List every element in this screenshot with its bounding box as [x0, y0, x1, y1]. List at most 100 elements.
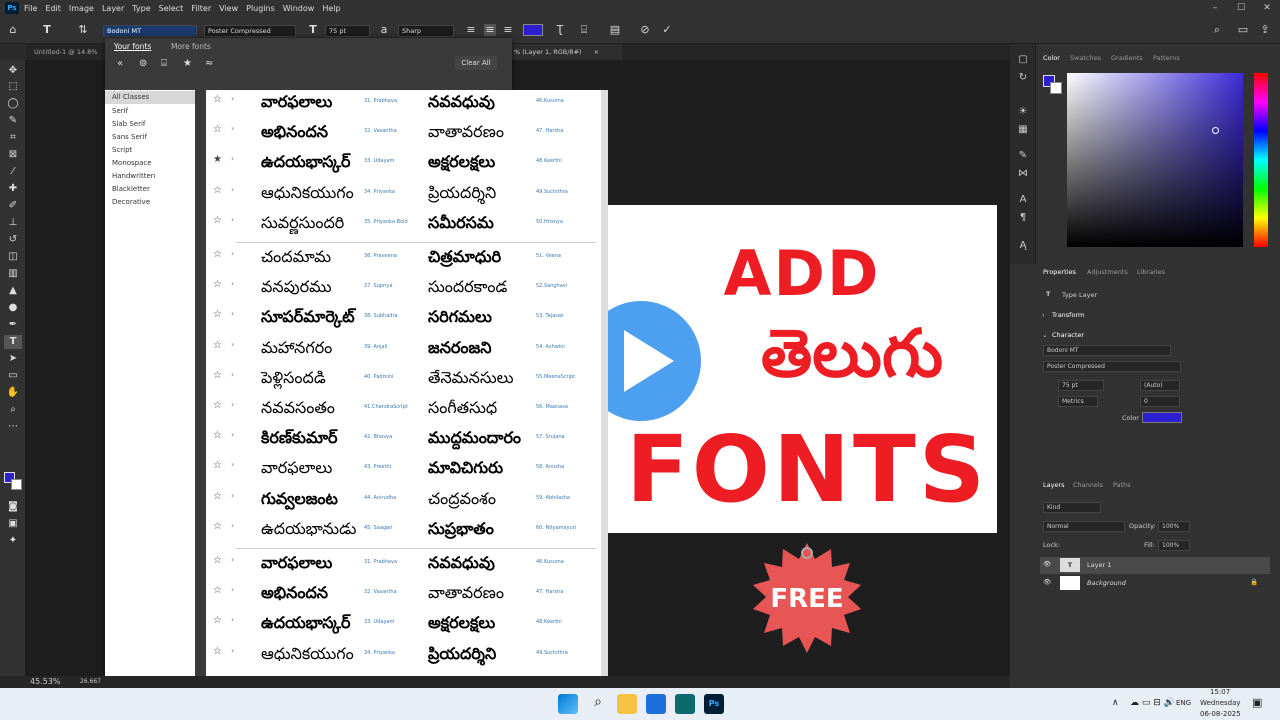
class-script[interactable]: Script	[105, 144, 195, 157]
brushes-icon[interactable]: ✎	[1016, 150, 1030, 161]
menu-help[interactable]: Help	[322, 4, 340, 13]
move-tool-icon[interactable]: ✥	[4, 64, 22, 78]
close-icon[interactable]: ✕	[1254, 0, 1280, 16]
font-row[interactable]: ☆ › ఉదయభానుడు 45. Saagari సుప్రభాతం 60. Nitya…	[206, 517, 602, 547]
font-row[interactable]: ☆ › ఆధునికయుగం 34. Priyanka ప్రియదర్శిని 49.S…	[206, 642, 602, 672]
char-font-select[interactable]: Bodoni MT	[1043, 345, 1171, 356]
char-style-select[interactable]: Poster Compressed	[1043, 361, 1181, 372]
stamp-tool-icon[interactable]: ⊥	[4, 216, 22, 230]
favorite-star-icon[interactable]: ☆	[213, 279, 222, 290]
frame-tool-icon[interactable]: ⊠	[4, 148, 22, 162]
visibility-eye-icon[interactable]: 👁	[1043, 560, 1051, 568]
healing-tool-icon[interactable]: ✚	[4, 182, 22, 196]
font-list-scrollbar[interactable]	[601, 90, 608, 688]
eraser-tool-icon[interactable]: ◫	[4, 250, 22, 264]
blur-tool-icon[interactable]: ▲	[4, 284, 22, 298]
language-indicator[interactable]: ENG	[1176, 699, 1191, 707]
color-picker-cursor[interactable]	[1212, 127, 1219, 134]
font-row[interactable]: ☆ › కిరణ్‌కుమార్ 42. Bhavya ముద్దమందారం 57. S…	[206, 426, 602, 456]
favorite-star-icon[interactable]: ☆	[213, 555, 222, 566]
favorite-star-icon[interactable]: ☆	[213, 491, 222, 502]
home-icon[interactable]: ⌂	[6, 24, 20, 36]
expand-chevron-icon[interactable]: ›	[231, 124, 234, 133]
favorite-star-icon[interactable]: ☆	[213, 521, 222, 532]
file-explorer-icon[interactable]	[617, 694, 637, 714]
color-picker-field[interactable]	[1067, 73, 1243, 247]
screen-mode-icon[interactable]: ▣	[4, 517, 22, 531]
creative-cloud-icon[interactable]: ⊚	[139, 58, 147, 69]
expand-chevron-icon[interactable]: ›	[231, 646, 234, 655]
expand-chevron-icon[interactable]: ›	[231, 154, 234, 163]
character-panel-icon[interactable]: ⌸	[577, 24, 591, 36]
menu-filter[interactable]: Filter	[191, 4, 211, 13]
collapse-icon[interactable]: «	[117, 58, 123, 69]
app-icon[interactable]	[675, 694, 695, 714]
favorite-star-icon[interactable]: ☆	[213, 615, 222, 626]
expand-chevron-icon[interactable]: ›	[231, 94, 234, 103]
shape-tool-icon[interactable]: ▭	[4, 369, 22, 383]
visibility-eye-icon[interactable]: 👁	[1043, 578, 1051, 586]
document-tab-close-icon[interactable]: ×	[594, 48, 599, 56]
menu-plugins[interactable]: Plugins	[246, 4, 275, 13]
expand-chevron-icon[interactable]: ›	[231, 460, 234, 469]
search-icon[interactable]: ⌕	[1210, 24, 1224, 36]
expand-chevron-icon[interactable]: ›	[231, 185, 234, 194]
favorite-star-icon[interactable]: ☆	[213, 340, 222, 351]
font-row[interactable]: ☆ › ఉదయభాస్కర్ 33. Udayam అక్షరలక్షలు 48.Keer…	[206, 611, 602, 641]
opacity-field[interactable]: 100%	[1158, 521, 1190, 532]
adjustments-icon[interactable]: ☀	[1016, 106, 1030, 117]
browser-icon[interactable]	[646, 694, 666, 714]
blend-mode-select[interactable]: Normal	[1043, 521, 1125, 532]
character-section[interactable]: Character	[1052, 331, 1084, 339]
tab-color[interactable]: Color	[1043, 54, 1060, 62]
font-row[interactable]: ☆ › వనపురము 37. Supriya సుందరకాండ 52.Sanghavi	[206, 275, 602, 305]
class-blackletter[interactable]: Blackletter	[105, 183, 195, 196]
zoom-tool-icon[interactable]: ⌕	[4, 403, 22, 417]
crop-tool-icon[interactable]: ⌗	[4, 131, 22, 145]
history-brush-icon[interactable]: ↺	[4, 233, 22, 247]
start-icon[interactable]	[558, 694, 578, 714]
comment-icon[interactable]: ▢	[1016, 54, 1030, 65]
expand-chevron-icon[interactable]: ›	[231, 555, 234, 564]
tab-more-fonts[interactable]: More fonts	[171, 42, 211, 51]
type-tool-icon-active[interactable]: T	[4, 335, 22, 349]
character-icon[interactable]: A	[1016, 194, 1030, 205]
font-row[interactable]: ☆ › ఆధునికయుగం 34. Priyanka ప్రియదర్శిని 49.S…	[206, 181, 602, 211]
favorite-star-icon[interactable]: ☆	[213, 185, 222, 196]
font-row[interactable]: ☆ › గువ్వలజంట 44. Anirudha చంద్రవంశం 59. Abhi…	[206, 487, 602, 517]
favorite-star-icon[interactable]: ☆	[213, 646, 222, 657]
transform-chevron-icon[interactable]: ›	[1042, 311, 1045, 319]
layer-row-background[interactable]: 👁 Background 🔒	[1040, 575, 1270, 592]
class-all[interactable]: All Classes	[105, 91, 195, 104]
tab-channels[interactable]: Channels	[1073, 481, 1103, 489]
tab-paths[interactable]: Paths	[1113, 481, 1131, 489]
font-row[interactable]: ☆ › అభినందన 32. Vasantha వాతావరణం 47. Harsha	[206, 120, 602, 150]
maximize-icon[interactable]: ☐	[1228, 0, 1254, 16]
tab-layers[interactable]: Layers	[1043, 481, 1065, 489]
tab-patterns[interactable]: Patterns	[1153, 54, 1180, 62]
cancel-icon[interactable]: ⊘	[638, 24, 652, 36]
marquee-tool-icon[interactable]: ⬚	[4, 80, 22, 94]
character-chevron-icon[interactable]: ⌄	[1042, 331, 1047, 339]
class-sans-serif[interactable]: Sans Serif	[105, 131, 195, 144]
favorite-star-icon[interactable]: ☆	[213, 400, 222, 411]
layer-row-layer1[interactable]: 👁 T Layer 1	[1040, 557, 1270, 574]
class-decorative[interactable]: Decorative	[105, 196, 195, 209]
hue-slider[interactable]	[1254, 73, 1268, 247]
font-row[interactable]: ☆ › వారఫలాలు 43. Preethi మావిచిగురు 58. Anush…	[206, 456, 602, 486]
similar-fonts-icon[interactable]: ≈	[205, 58, 213, 69]
tray-chevron-icon[interactable]: ∧	[1112, 698, 1119, 708]
font-style-select[interactable]: Poster Compressed	[204, 25, 296, 37]
favorite-star-icon[interactable]: ☆	[213, 94, 222, 105]
class-slab-serif[interactable]: Slab Serif	[105, 118, 195, 131]
font-row[interactable]: ☆ › సువర్ణసుందరి 35. Priyanka Bold సమీరసమ 50.…	[206, 211, 602, 241]
char-size-field[interactable]: 75 pt	[1058, 380, 1104, 391]
warp-text-icon[interactable]: Ʈ	[553, 24, 567, 36]
menu-view[interactable]: View	[219, 4, 238, 13]
workspace-icon[interactable]: ▭	[1236, 24, 1250, 36]
char-color-swatch[interactable]	[1142, 412, 1182, 423]
fill-field[interactable]: 100%	[1158, 540, 1190, 551]
expand-chevron-icon[interactable]: ›	[231, 309, 234, 318]
favorite-star-icon[interactable]: ☆	[213, 370, 222, 381]
expand-chevron-icon[interactable]: ›	[231, 615, 234, 624]
